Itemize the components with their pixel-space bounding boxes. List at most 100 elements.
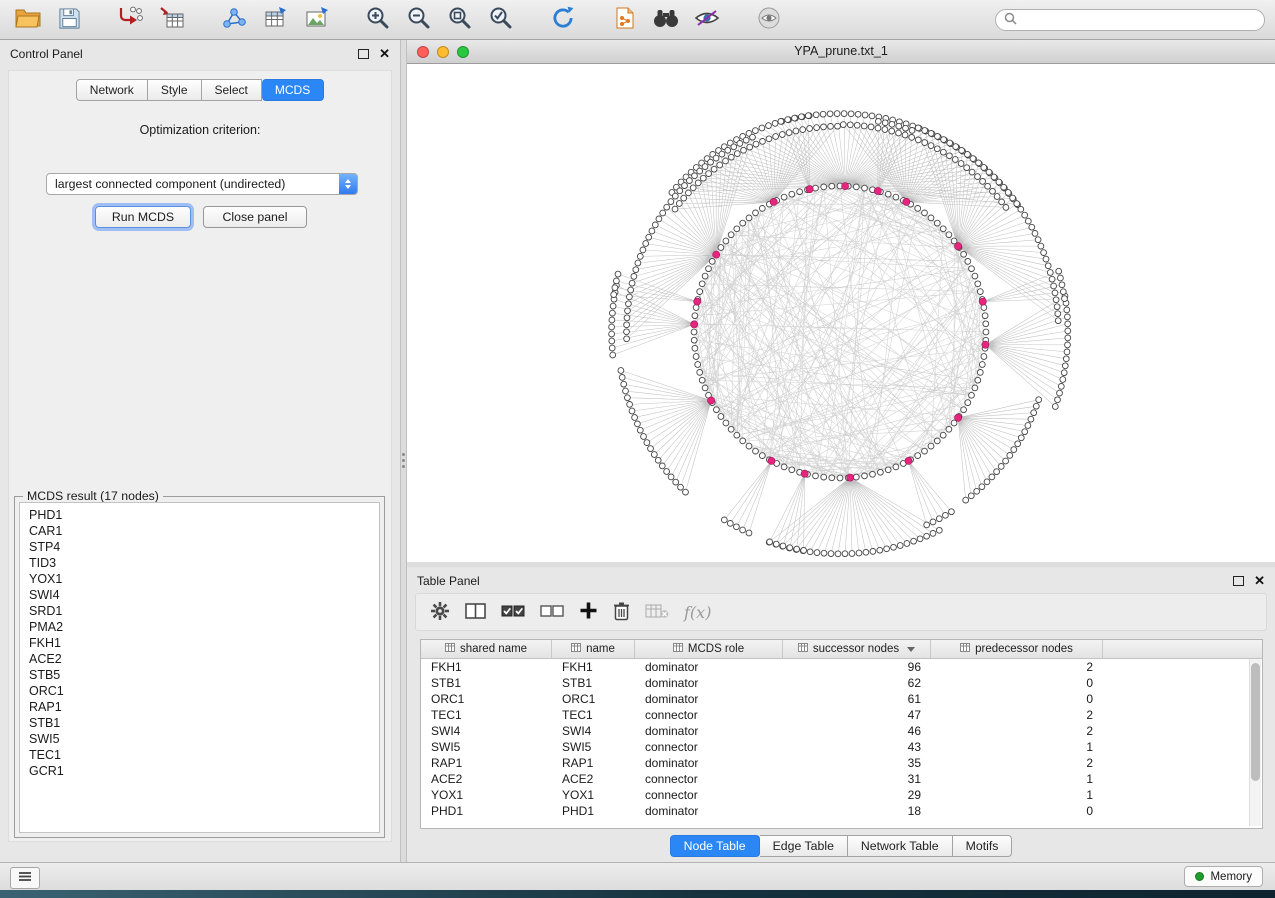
table-row[interactable]: SWI5SWI5connector431 — [421, 739, 1262, 755]
mcds-result-item[interactable]: CAR1 — [20, 523, 379, 539]
mcds-result-item[interactable]: ACE2 — [20, 651, 379, 667]
show-hide-button[interactable] — [751, 4, 787, 36]
table-cell[interactable]: 29 — [783, 787, 931, 803]
new-table-button[interactable] — [257, 4, 293, 36]
table-cell[interactable]: dominator — [635, 755, 783, 771]
mcds-result-item[interactable]: PHD1 — [20, 507, 379, 523]
show-columns-button[interactable] — [465, 602, 486, 623]
table-cell[interactable]: connector — [635, 771, 783, 787]
table-cell[interactable]: ACE2 — [552, 771, 635, 787]
zoom-out-button[interactable] — [401, 4, 437, 36]
tab-motifs[interactable]: Motifs — [953, 835, 1013, 857]
table-cell[interactable]: 0 — [931, 803, 1103, 819]
table-cell[interactable]: RAP1 — [552, 755, 635, 771]
mcds-result-item[interactable]: STP4 — [20, 539, 379, 555]
column-header-name[interactable]: name — [552, 640, 635, 658]
table-cell[interactable]: RAP1 — [421, 755, 552, 771]
tab-network[interactable]: Network — [76, 79, 148, 101]
export-image-button[interactable] — [298, 4, 334, 36]
table-cell[interactable]: ORC1 — [421, 691, 552, 707]
table-cell[interactable]: PHD1 — [421, 803, 552, 819]
mcds-result-item[interactable]: SRD1 — [20, 603, 379, 619]
table-cell[interactable]: FKH1 — [421, 659, 552, 675]
run-mcds-button[interactable]: Run MCDS — [95, 206, 191, 228]
delete-button[interactable] — [613, 601, 630, 624]
table-row[interactable]: ACE2ACE2connector311 — [421, 771, 1262, 787]
table-settings-button[interactable] — [430, 601, 450, 624]
table-cell[interactable]: FKH1 — [552, 659, 635, 675]
select-all-button[interactable] — [501, 603, 525, 622]
network-graph[interactable] — [407, 64, 1275, 562]
table-scrollbar[interactable] — [1249, 659, 1261, 826]
table-cell[interactable]: 1 — [931, 739, 1103, 755]
table-cell[interactable]: PHD1 — [552, 803, 635, 819]
toolbar-search-field[interactable] — [995, 9, 1265, 31]
mcds-result-item[interactable]: STB5 — [20, 667, 379, 683]
table-cell[interactable]: dominator — [635, 691, 783, 707]
table-cell[interactable]: TEC1 — [552, 707, 635, 723]
table-cell[interactable]: 31 — [783, 771, 931, 787]
mcds-result-item[interactable]: SWI4 — [20, 587, 379, 603]
memory-button[interactable]: Memory — [1184, 866, 1263, 887]
table-cell[interactable]: 1 — [931, 771, 1103, 787]
tab-style[interactable]: Style — [148, 79, 202, 101]
tab-network-table[interactable]: Network Table — [848, 835, 953, 857]
table-cell[interactable]: TEC1 — [421, 707, 552, 723]
zoom-in-button[interactable] — [360, 4, 396, 36]
tab-edge-table[interactable]: Edge Table — [760, 835, 848, 857]
mcds-result-item[interactable]: PMA2 — [20, 619, 379, 635]
table-cell[interactable]: YOX1 — [421, 787, 552, 803]
search-network-button[interactable] — [648, 4, 684, 36]
table-cell[interactable]: 2 — [931, 707, 1103, 723]
close-table-panel-icon[interactable]: ✕ — [1254, 575, 1265, 587]
table-cell[interactable]: SWI5 — [421, 739, 552, 755]
search-input[interactable] — [1023, 12, 1256, 28]
table-row[interactable]: PHD1PHD1dominator180 — [421, 803, 1262, 819]
table-cell[interactable]: SWI4 — [421, 723, 552, 739]
table-cell[interactable]: 35 — [783, 755, 931, 771]
table-cell[interactable]: connector — [635, 739, 783, 755]
import-network-button[interactable] — [113, 4, 149, 36]
table-cell[interactable]: 1 — [931, 787, 1103, 803]
table-cell[interactable]: 0 — [931, 691, 1103, 707]
tab-select[interactable]: Select — [202, 79, 262, 101]
mcds-result-item[interactable]: SWI5 — [20, 731, 379, 747]
table-cell[interactable]: 46 — [783, 723, 931, 739]
float-panel-icon[interactable] — [358, 49, 369, 59]
window-zoom-button[interactable] — [457, 46, 469, 58]
tab-mcds[interactable]: MCDS — [262, 79, 324, 101]
table-cell[interactable]: 47 — [783, 707, 931, 723]
mcds-result-item[interactable]: GCR1 — [20, 763, 379, 779]
network-snapshot-button[interactable] — [607, 4, 643, 36]
table-row[interactable]: RAP1RAP1dominator352 — [421, 755, 1262, 771]
mcds-result-item[interactable]: STB1 — [20, 715, 379, 731]
table-cell[interactable]: dominator — [635, 659, 783, 675]
window-minimize-button[interactable] — [437, 46, 449, 58]
close-panel-button[interactable]: Close panel — [203, 206, 307, 228]
mcds-result-item[interactable]: ORC1 — [20, 683, 379, 699]
column-header-predecessor-nodes[interactable]: predecessor nodes — [931, 640, 1103, 658]
criterion-dropdown[interactable]: largest connected component (undirected) — [46, 173, 358, 195]
mcds-result-item[interactable]: TEC1 — [20, 747, 379, 763]
table-cell[interactable]: connector — [635, 787, 783, 803]
table-cell[interactable]: ORC1 — [552, 691, 635, 707]
zoom-fit-button[interactable] — [442, 4, 478, 36]
save-session-button[interactable] — [51, 4, 87, 36]
zoom-selected-button[interactable] — [483, 4, 519, 36]
splitter-handle[interactable] — [401, 448, 406, 472]
table-cell[interactable]: 43 — [783, 739, 931, 755]
deselect-all-button[interactable] — [540, 603, 564, 622]
column-header-shared-name[interactable]: shared name — [421, 640, 552, 658]
table-cell[interactable]: 2 — [931, 723, 1103, 739]
add-function-button[interactable] — [579, 601, 598, 623]
table-row[interactable]: YOX1YOX1connector291 — [421, 787, 1262, 803]
scrollbar-thumb[interactable] — [1251, 663, 1260, 781]
table-cell[interactable]: 2 — [931, 659, 1103, 675]
table-row[interactable]: TEC1TEC1connector472 — [421, 707, 1262, 723]
table-cell[interactable]: YOX1 — [552, 787, 635, 803]
table-cell[interactable]: SWI5 — [552, 739, 635, 755]
table-row[interactable]: STB1STB1dominator620 — [421, 675, 1262, 691]
open-session-button[interactable] — [10, 4, 46, 36]
table-cell[interactable]: 0 — [931, 675, 1103, 691]
toggle-graphics-details-button[interactable] — [689, 4, 725, 36]
